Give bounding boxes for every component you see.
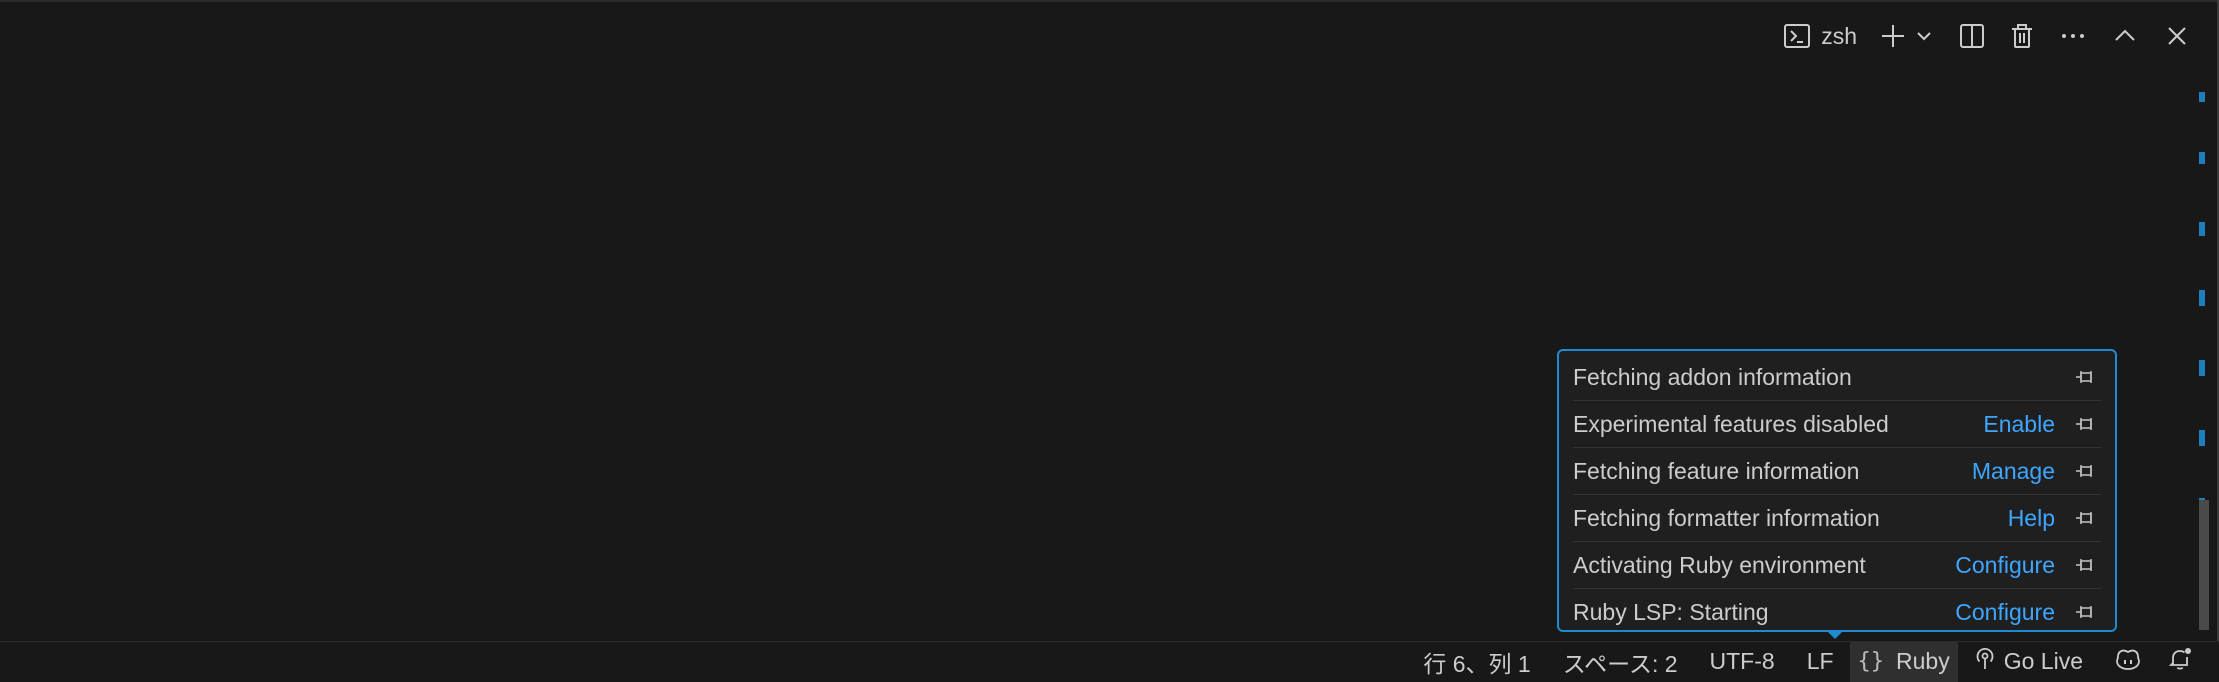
split-icon bbox=[1958, 22, 1986, 50]
terminal-icon bbox=[1783, 22, 1811, 50]
terminal-profiles-button[interactable] bbox=[1911, 14, 1937, 58]
language-mode[interactable]: Ruby bbox=[1896, 648, 1950, 675]
scroll-marker bbox=[2199, 92, 2205, 102]
pin-icon[interactable] bbox=[2069, 509, 2101, 527]
indentation[interactable]: スペース: 2 bbox=[1547, 642, 1694, 682]
language-status[interactable]: {} Ruby bbox=[1849, 641, 1958, 682]
popup-item-text: Fetching feature information bbox=[1573, 457, 1860, 484]
notifications-button[interactable] bbox=[2157, 642, 2207, 682]
popup-item-text: Fetching addon information bbox=[1573, 363, 1852, 390]
enable-link[interactable]: Enable bbox=[1983, 411, 2055, 438]
go-live-label: Go Live bbox=[2003, 648, 2083, 674]
new-terminal-button[interactable] bbox=[1875, 14, 1911, 58]
popup-item: Ruby LSP: Starting Configure bbox=[1573, 589, 2101, 635]
terminal-shell-label: zsh bbox=[1821, 22, 1857, 49]
close-icon bbox=[2165, 24, 2189, 48]
scroll-marker bbox=[2199, 360, 2205, 376]
scroll-marker bbox=[2199, 430, 2205, 446]
bell-dot-icon bbox=[2167, 646, 2193, 678]
popup-caret bbox=[1826, 630, 1844, 639]
encoding[interactable]: UTF-8 bbox=[1694, 642, 1791, 682]
go-live-button[interactable]: Go Live bbox=[1958, 642, 2099, 682]
help-link[interactable]: Help bbox=[2008, 505, 2055, 532]
scroll-marker bbox=[2199, 222, 2205, 236]
cursor-position[interactable]: 行 6、列 1 bbox=[1407, 642, 1546, 682]
popup-item-text: Ruby LSP: Starting bbox=[1573, 598, 1769, 625]
terminal-scrollbar[interactable] bbox=[2197, 0, 2219, 641]
split-terminal-button[interactable] bbox=[1947, 14, 1997, 58]
terminal-selector[interactable]: zsh bbox=[1777, 14, 1863, 58]
chevron-up-icon bbox=[2112, 23, 2138, 49]
manage-link[interactable]: Manage bbox=[1972, 458, 2055, 485]
pin-icon[interactable] bbox=[2069, 368, 2101, 386]
popup-item-text: Fetching formatter information bbox=[1573, 504, 1880, 531]
kill-terminal-button[interactable] bbox=[1997, 14, 2047, 58]
status-bar: 行 6、列 1 スペース: 2 UTF-8 LF {} Ruby Go Live bbox=[0, 641, 2219, 682]
pin-icon[interactable] bbox=[2069, 556, 2101, 574]
language-status-popup: Fetching addon information Experimental … bbox=[1557, 349, 2117, 632]
trash-icon bbox=[2008, 22, 2036, 50]
panel-border bbox=[0, 0, 2219, 2]
popup-item: Fetching addon information bbox=[1573, 354, 2101, 401]
popup-item: Fetching feature information Manage bbox=[1573, 448, 2101, 495]
plus-icon bbox=[1879, 22, 1907, 50]
chevron-down-icon bbox=[1915, 27, 1933, 45]
braces-icon: {} bbox=[1857, 649, 1885, 674]
scroll-marker bbox=[2199, 290, 2205, 306]
copilot-icon bbox=[2113, 647, 2143, 677]
close-panel-button[interactable] bbox=[2151, 14, 2203, 58]
configure-link[interactable]: Configure bbox=[1955, 599, 2055, 626]
pin-icon[interactable] bbox=[2069, 415, 2101, 433]
terminal-toolbar: zsh bbox=[1777, 14, 2219, 58]
popup-item: Fetching formatter information Help bbox=[1573, 495, 2101, 542]
popup-item: Experimental features disabled Enable bbox=[1573, 401, 2101, 448]
more-actions-button[interactable] bbox=[2047, 14, 2099, 58]
scrollbar-thumb[interactable] bbox=[2199, 500, 2209, 630]
copilot-status[interactable] bbox=[2099, 642, 2157, 682]
line-ending[interactable]: LF bbox=[1791, 642, 1850, 682]
pin-icon[interactable] bbox=[2069, 462, 2101, 480]
maximize-panel-button[interactable] bbox=[2099, 14, 2151, 58]
more-icon bbox=[2059, 22, 2087, 50]
broadcast-icon bbox=[1974, 647, 1996, 677]
pin-icon[interactable] bbox=[2069, 603, 2101, 621]
popup-item-text: Experimental features disabled bbox=[1573, 410, 1889, 437]
configure-link[interactable]: Configure bbox=[1955, 552, 2055, 579]
popup-item: Activating Ruby environment Configure bbox=[1573, 542, 2101, 589]
scroll-marker bbox=[2199, 152, 2205, 164]
popup-item-text: Activating Ruby environment bbox=[1573, 551, 1866, 578]
